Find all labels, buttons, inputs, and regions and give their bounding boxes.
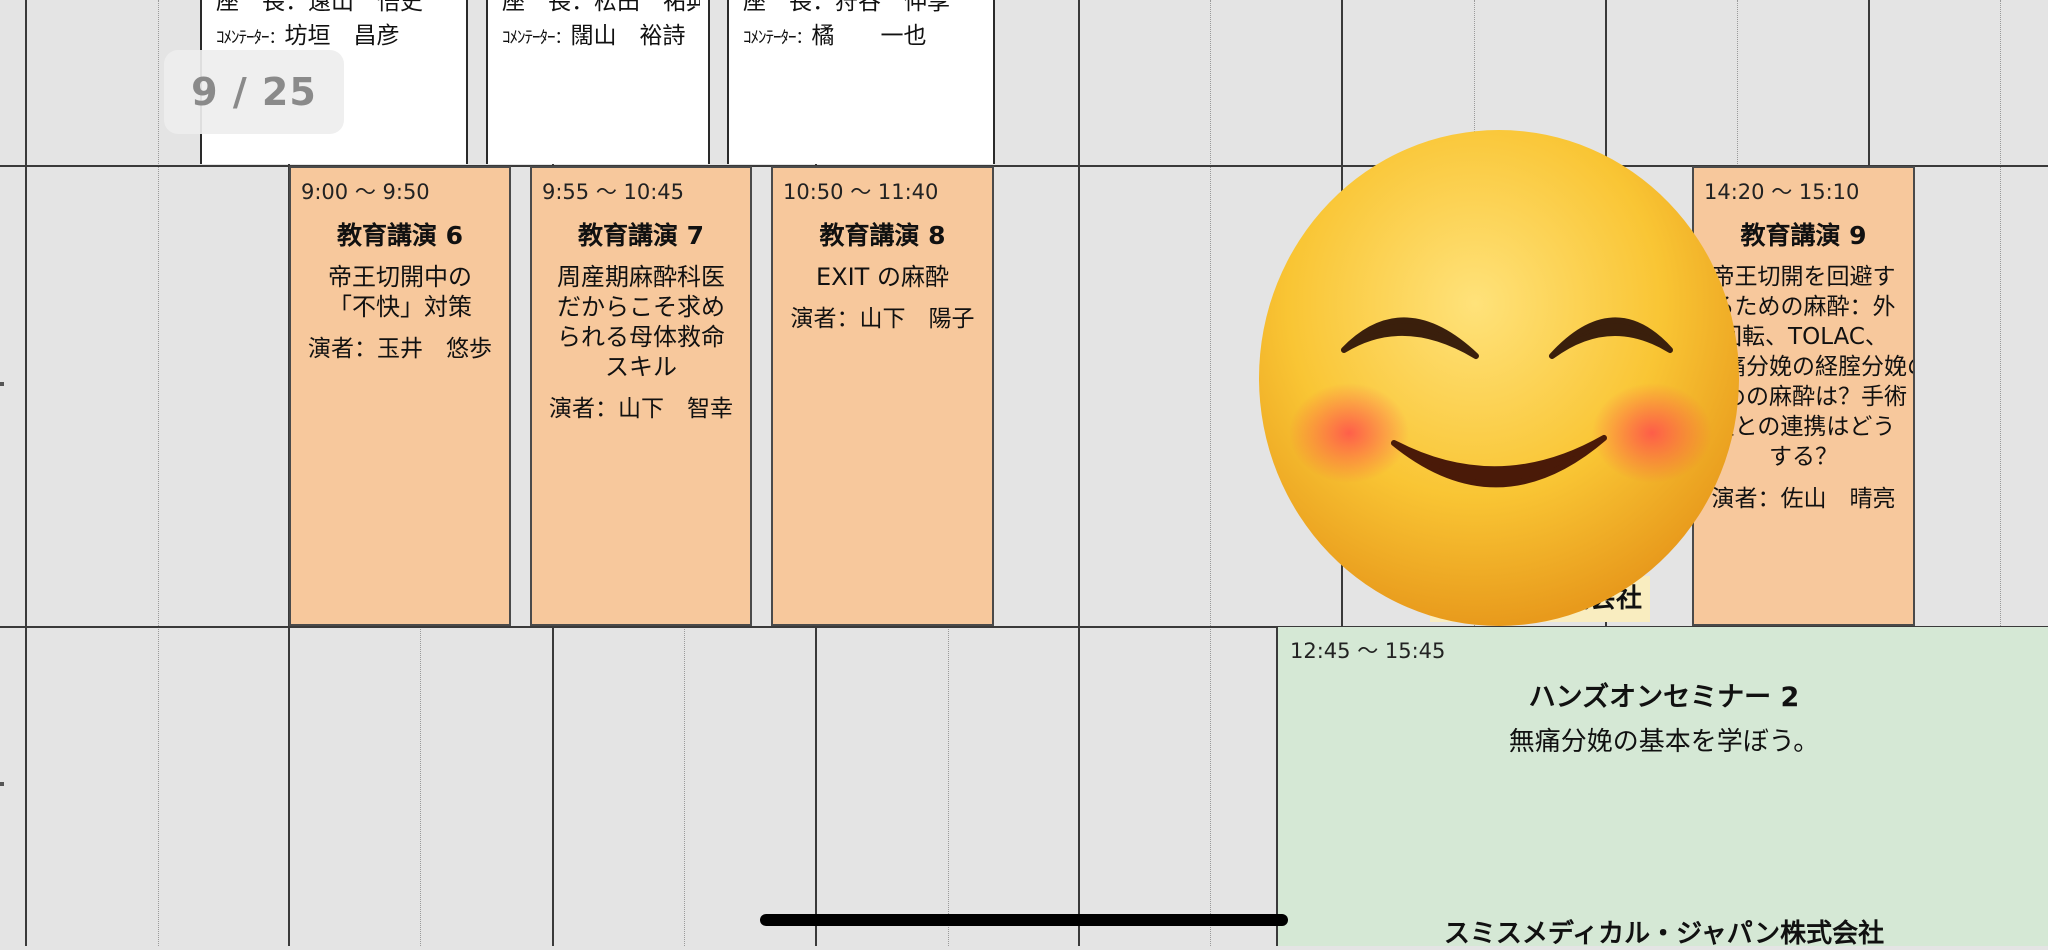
edge-marker [0, 782, 4, 786]
topic-line: 周産期麻酔科医 [557, 263, 725, 291]
page-indicator: 9 / 25 [164, 50, 344, 134]
session-box[interactable]: 座 長：狩谷 伸享 ｺﾒﾝﾃｰﾀｰ：橘 一也 [727, 0, 995, 164]
lecture-speaker: 演者：玉井 悠歩 [308, 336, 492, 362]
handson-title: ハンズオンセミナー 2 [1528, 682, 1800, 713]
lecture-title: 教育講演 7 [577, 221, 705, 250]
commentator-label: ｺﾒﾝﾃｰﾀｰ： [743, 28, 812, 48]
commentator-label: ｺﾒﾝﾃｰﾀｰ： [502, 28, 571, 48]
chair-row: 座 長：松田 祐典 [502, 0, 700, 16]
lecture-speaker: 演者：山下 陽子 [790, 306, 975, 332]
grid-line [1210, 0, 1211, 946]
lecture-speaker: 演者：山下 智幸 [549, 396, 733, 422]
lecture-card[interactable]: 9:55 ～ 10:45 教育講演 7 周産期麻酔科医 だからこそ求め られる母… [530, 166, 752, 626]
topic-line: スキル [605, 353, 677, 381]
lecture-time: 9:55 ～ 10:45 [542, 180, 685, 204]
chair-name: 狩谷 伸享 [835, 0, 950, 15]
chair-row: 座 長：遠山 悟史 [216, 0, 458, 16]
lecture-topic: EXIT の麻酔 演者：山下 陽子 [779, 262, 986, 334]
chair-label: 座 長： [502, 0, 594, 15]
commentator-name: 闊山 裕詩 [570, 23, 686, 49]
topic-line: EXIT の麻酔 [816, 263, 949, 291]
handson-card[interactable]: 12:45 ～ 15:45 ハンズオンセミナー 2 無痛分娩の基本を学ぼう。 ス… [1276, 627, 2048, 949]
grid-line [158, 0, 159, 946]
grid-line [25, 0, 27, 946]
commentator-name: 橘 一也 [811, 23, 927, 49]
edge-marker [0, 382, 4, 386]
chair-label: 座 長： [743, 0, 835, 15]
lecture-topic: 帝王切開中の 「不快」対策 演者：玉井 悠歩 [297, 262, 503, 364]
lecture-time: 10:50 ～ 11:40 [783, 180, 939, 204]
commentator-row: ｺﾒﾝﾃｰﾀｰ：橘 一也 [743, 16, 985, 50]
handson-time: 12:45 ～ 15:45 [1290, 639, 1446, 663]
topic-line: 「不快」対策 [328, 293, 472, 321]
lecture-time: 9:00 ～ 9:50 [301, 180, 430, 204]
lecture-title: 教育講演 8 [819, 221, 946, 250]
session-box[interactable]: 座 長：松田 祐典 ｺﾒﾝﾃｰﾀｰ：闊山 裕詩 [486, 0, 710, 164]
chair-name: 松田 祐典 [594, 0, 700, 15]
topic-line: だからこそ求め [557, 293, 725, 321]
handson-subtitle: 無痛分娩の基本を学ぼう。 [1508, 727, 1820, 757]
lecture-topic: 周産期麻酔科医 だからこそ求め られる母体救命 スキル 演者：山下 智幸 [538, 262, 744, 424]
commentator-label: ｺﾒﾝﾃｰﾀｰ： [216, 28, 285, 48]
handson-sponsor: スミスメディカル・ジャパン株式会社 [1443, 919, 1885, 949]
chair-name: 遠山 悟史 [308, 0, 423, 15]
commentator-row: ｺﾒﾝﾃｰﾀｰ：闊山 裕詩 [502, 16, 700, 50]
topic-line: 帝王切開中の [328, 263, 472, 291]
commentator-name: 坊垣 昌彦 [284, 23, 400, 49]
home-indicator[interactable] [760, 914, 1288, 926]
commentator-row: ｺﾒﾝﾃｰﾀｰ：坊垣 昌彦 [216, 16, 458, 50]
chair-row: 座 長：狩谷 伸享 [743, 0, 985, 16]
lecture-card[interactable]: 10:50 ～ 11:40 教育講演 8 EXIT の麻酔 演者：山下 陽子 [771, 166, 994, 626]
lecture-title: 教育講演 6 [336, 221, 464, 250]
smiling-face-with-blush-icon [1259, 130, 1739, 626]
grid-line [1078, 0, 1080, 946]
chair-label: 座 長： [216, 0, 308, 15]
lecture-card[interactable]: 9:00 ～ 9:50 教育講演 6 帝王切開中の 「不快」対策 演者：玉井 悠… [289, 166, 511, 626]
topic-line: られる母体救命 [557, 323, 725, 351]
